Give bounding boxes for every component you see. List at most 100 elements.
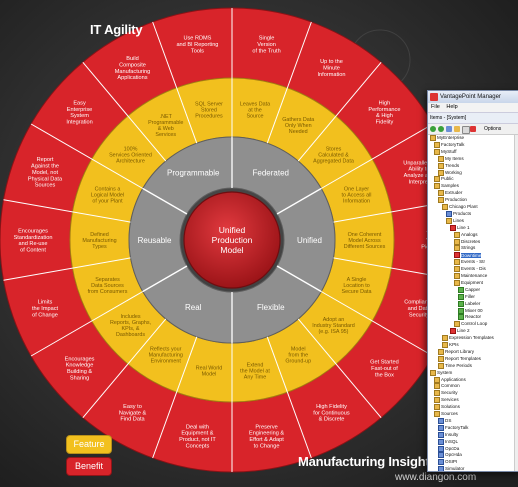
tree-node[interactable]: Expression Templates bbox=[442, 335, 494, 342]
tree-node[interactable]: Mixer 00 bbox=[458, 307, 483, 314]
tree-node[interactable]: MyEnterprise bbox=[430, 135, 464, 141]
tree-node[interactable]: Time Periods bbox=[438, 362, 472, 369]
feature-label-line: Information bbox=[343, 199, 370, 205]
address-text: Items - [System] bbox=[430, 115, 467, 121]
window-title: VantagePoint Manager bbox=[440, 94, 501, 100]
item-icon bbox=[454, 252, 460, 259]
tree-node[interactable]: Equipment bbox=[454, 279, 483, 286]
feature-label: One Layer to Access all Information bbox=[342, 187, 372, 205]
tree-node-label: Expression Templates bbox=[449, 335, 494, 341]
tree-node-label: Filler bbox=[465, 293, 475, 299]
tree-node[interactable]: MyStuff bbox=[434, 148, 457, 155]
vantagepoint-manager-window[interactable]: VantagePoint Manager File Help Items - [… bbox=[427, 90, 518, 472]
refresh-icon[interactable] bbox=[446, 126, 452, 132]
tree-node[interactable]: Applications bbox=[434, 376, 466, 383]
tree-node[interactable]: Services bbox=[434, 397, 459, 404]
tree-node[interactable]: Common bbox=[434, 383, 460, 390]
tree-node-label: Equipment bbox=[461, 280, 483, 286]
tree-node[interactable]: OpcHda bbox=[438, 452, 462, 459]
tree-node[interactable]: Sources bbox=[434, 411, 458, 417]
item-icon bbox=[450, 328, 456, 335]
benefit-label-line: and BI Reporting bbox=[176, 42, 218, 48]
tree-node[interactable]: Events - Str bbox=[454, 259, 485, 266]
tree-node[interactable]: Line 2 bbox=[450, 328, 470, 335]
folder-icon bbox=[438, 362, 444, 369]
feature-label: Reflects your Manufacturing Environment bbox=[149, 347, 183, 365]
tree-node-label: Lines bbox=[453, 218, 464, 224]
forward-icon[interactable] bbox=[438, 126, 444, 132]
tree-node[interactable]: Capper bbox=[458, 286, 480, 293]
back-icon[interactable] bbox=[430, 126, 436, 132]
benefit-label-line: & Discrete bbox=[319, 417, 345, 423]
tree-node-label: Working bbox=[445, 169, 462, 175]
tree-node[interactable]: Extruder bbox=[438, 190, 463, 197]
folder-icon[interactable] bbox=[454, 126, 460, 132]
legend-feature-label: Feature bbox=[73, 439, 105, 449]
tree-node[interactable]: Control Loop bbox=[454, 321, 487, 328]
menu-file[interactable]: File bbox=[431, 104, 440, 110]
tree-node[interactable]: Report Templates bbox=[438, 355, 481, 362]
tree-node[interactable]: Production bbox=[438, 197, 467, 204]
tree-node[interactable]: Downtime bbox=[454, 252, 482, 259]
tree-node[interactable]: KPIs bbox=[442, 342, 459, 348]
legend-benefit-label: Benefit bbox=[74, 461, 104, 471]
tree-node[interactable]: Maintenance bbox=[454, 273, 487, 279]
it-agility-title: IT Agility bbox=[90, 22, 143, 37]
tree-scrollbar[interactable] bbox=[514, 135, 518, 471]
tree-node[interactable]: Discretes bbox=[454, 238, 480, 245]
tree-node[interactable]: Labeler bbox=[458, 300, 480, 307]
tree-node[interactable]: FactoryTalk bbox=[438, 424, 468, 431]
tree-node[interactable]: Report Library bbox=[438, 348, 474, 355]
tree-node[interactable]: Trends bbox=[438, 162, 459, 169]
folder-icon bbox=[454, 231, 460, 238]
feature-label-line: Ground-up bbox=[285, 359, 311, 365]
tree-node[interactable]: Security bbox=[434, 390, 458, 397]
benefit-label-line: Manufacturing bbox=[115, 69, 150, 75]
tree-node[interactable]: Filler bbox=[458, 293, 475, 300]
tree-node[interactable]: Reactor bbox=[458, 314, 481, 321]
tree-node[interactable]: Lines bbox=[446, 217, 464, 224]
tree-node[interactable]: InSQL bbox=[438, 438, 458, 445]
benefit-label-line: Enterprise bbox=[67, 107, 93, 113]
tree-node[interactable]: Samples bbox=[434, 183, 459, 190]
folder-icon bbox=[454, 259, 460, 266]
tree-node[interactable]: DS bbox=[438, 417, 451, 424]
tree-node[interactable]: Products bbox=[446, 210, 471, 217]
menu-help[interactable]: Help bbox=[446, 104, 457, 110]
tree-node[interactable]: Line 1 bbox=[450, 224, 470, 231]
folder-icon bbox=[434, 404, 440, 411]
tree-node[interactable]: Analogs bbox=[454, 231, 478, 238]
options-menu[interactable]: Options bbox=[484, 124, 501, 134]
benefit-label-line: Preserve bbox=[255, 424, 277, 430]
property-label: Flexible bbox=[257, 303, 285, 312]
tree-node[interactable]: My Items bbox=[438, 155, 464, 162]
benefit-label-line: Applications bbox=[117, 75, 147, 81]
item-icon bbox=[438, 417, 444, 424]
tree-node[interactable]: Insulty bbox=[438, 431, 458, 438]
tree-node-label: Samples bbox=[441, 183, 459, 189]
tree-node[interactable]: FactoryTalk bbox=[434, 141, 464, 148]
folder-icon bbox=[434, 148, 440, 155]
folder-icon bbox=[434, 176, 440, 183]
tree-node[interactable]: Working bbox=[438, 169, 462, 176]
tree-node[interactable]: OSIPI bbox=[438, 459, 457, 466]
tree-node[interactable]: Simulator bbox=[438, 466, 464, 471]
delete-icon[interactable] bbox=[470, 126, 476, 132]
new-item-icon[interactable] bbox=[462, 126, 470, 134]
tree-node[interactable]: OpcDa bbox=[438, 445, 459, 452]
tree-node-label: Security bbox=[441, 390, 458, 396]
benefit-label-line: the Box bbox=[375, 372, 394, 378]
tree-node-label: Extruder bbox=[445, 190, 463, 196]
benefit-label-line: Building & bbox=[67, 369, 92, 375]
benefit-label-line: and Re-use bbox=[19, 241, 48, 247]
folder-icon bbox=[438, 162, 444, 169]
tree-node[interactable]: Public bbox=[434, 176, 454, 183]
address-bar[interactable]: Items - [System] bbox=[428, 112, 518, 124]
window-titlebar[interactable]: VantagePoint Manager bbox=[428, 91, 518, 103]
item-tree[interactable]: MyEnterprise FactoryTalk MyStuff My Items Tr… bbox=[428, 135, 518, 471]
tree-node[interactable]: Solutions bbox=[434, 404, 460, 411]
tree-node[interactable]: System bbox=[430, 369, 452, 376]
tree-node[interactable]: Strings bbox=[454, 245, 475, 252]
tree-node[interactable]: Chicago Plant bbox=[442, 204, 478, 210]
tree-node[interactable]: Events - Dis bbox=[454, 266, 486, 273]
